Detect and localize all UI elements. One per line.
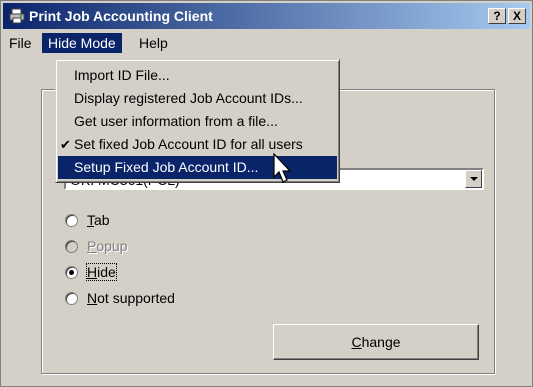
change-button[interactable]: Change [273,324,479,360]
radio-not-supported-label: Not supported [87,290,175,306]
arrow-cursor-icon [273,153,292,183]
help-button[interactable]: ? [488,8,506,24]
menu-hide-mode[interactable]: Hide Mode [42,33,122,53]
close-button[interactable]: X [508,8,526,24]
menu-help[interactable]: Help [133,33,174,53]
hide-mode-dropdown: Import ID File... Display registered Job… [55,59,340,183]
menu-item-display-ids[interactable]: Display registered Job Account IDs... [58,87,337,110]
menu-item-get-user-info[interactable]: Get user information from a file... [58,110,337,133]
app-window: Print Job Accounting Client ? X File Hid… [0,0,533,387]
title-bar[interactable]: Print Job Accounting Client ? X [3,3,530,29]
chevron-down-icon[interactable] [465,170,482,188]
window-title: Print Job Accounting Client [29,8,213,24]
printer-icon [9,8,25,24]
menu-item-setup-fixed-id[interactable]: Setup Fixed Job Account ID... [58,156,337,179]
radio-circle-icon [65,292,78,305]
menu-file[interactable]: File [3,33,38,53]
menu-bar: File Hide Mode Help [3,31,530,55]
radio-tab-label: Tab [87,212,110,228]
checkmark-icon: ✔ [60,137,71,152]
menu-item-set-fixed-id[interactable]: ✔ Set fixed Job Account ID for all users [58,133,337,156]
radio-circle-icon [65,266,78,279]
menu-item-import-id[interactable]: Import ID File... [58,64,337,87]
radio-circle-icon [65,214,78,227]
radio-popup-label: Popup [87,238,128,254]
radio-hide-label: Hide [86,263,117,281]
radio-circle-icon [65,240,78,253]
